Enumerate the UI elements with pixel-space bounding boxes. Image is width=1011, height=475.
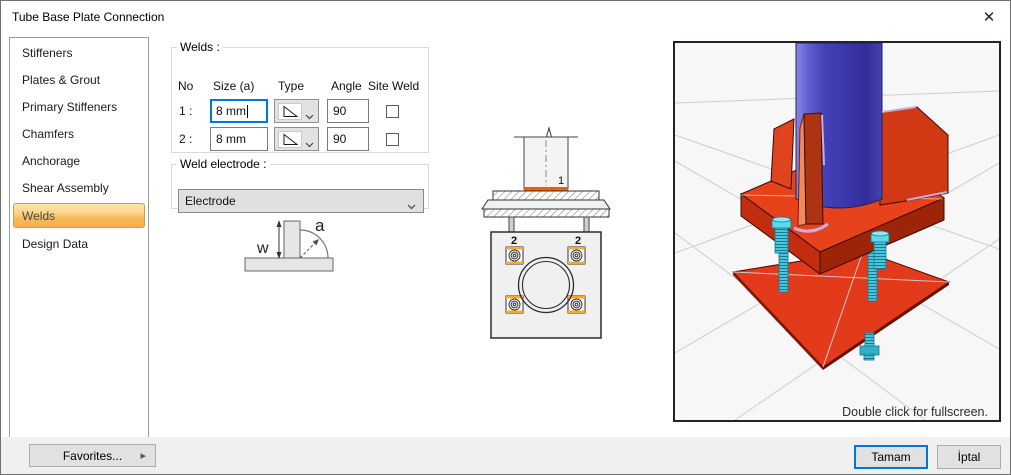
col-header-size: Size (a) [213,79,255,93]
weld-row1-angle-input[interactable]: 90 [327,99,369,123]
weld-highlight [524,187,568,191]
diagram-base-plate [244,257,334,272]
weld-leg-label: w [256,240,269,257]
sidebar-item-plates-grout[interactable]: Plates & Grout [10,66,148,93]
weld-row2-angle-input[interactable]: 90 [327,127,369,151]
concrete-layer [483,208,610,218]
weld-row2-size-input[interactable]: 8 mm [210,127,268,151]
chevron-down-icon [305,109,314,123]
favorites-button[interactable]: Favorites... ▸ [29,444,156,467]
weld-row1-number: 1 : [179,104,193,118]
sidebar-item-stiffeners[interactable]: Stiffeners [10,39,148,66]
bolt-group-label: 2 [575,235,581,247]
sidebar-item-shear-assembly[interactable]: Shear Assembly [10,174,148,201]
col-header-angle: Angle [331,79,362,93]
weld-row1-type-dropdown[interactable] [274,99,319,123]
fullscreen-hint: Double click for fullscreen. [842,405,988,419]
sidebar-item-anchorage[interactable]: Anchorage [10,147,148,174]
sidebar-item-primary-stiffeners[interactable]: Primary Stiffeners [10,93,148,120]
section-view-drawing: 1 [481,126,611,234]
stiffener-back-left [770,118,795,190]
electrode-groupbox: Weld electrode : Electrode [171,157,429,213]
chevron-down-icon [305,137,314,151]
diagram-vertical-plate [283,220,301,259]
weld-throat-label: a [315,216,325,235]
ok-button[interactable]: Tamam [854,445,928,469]
fillet-weld-triangle-icon [278,131,302,148]
bolt-group-label: 2 [511,235,517,247]
anchor-bolt-symbol [505,295,524,314]
titlebar: Tube Base Plate Connection ✕ [1,1,1010,31]
cancel-button[interactable]: İptal [937,445,1001,469]
preview-3d-render: Double click for fullscreen. [674,42,1000,421]
base-plate [492,190,600,201]
weld-number-label: 1 [558,175,564,187]
sidebar-item-welds[interactable]: Welds [13,203,145,228]
col-header-no: No [178,79,194,93]
anchor-bolt-symbol [567,246,586,265]
flyout-arrow-icon: ▸ [140,450,146,462]
window-title: Tube Base Plate Connection [12,10,165,24]
col-header-type: Type [278,79,305,93]
welds-groupbox: Welds : No Size (a) Type Angle Site Weld… [171,40,429,153]
grout-layer [481,199,611,210]
col-header-siteweld: Site Weld [368,79,420,93]
weld-row1-siteweld-checkbox[interactable] [386,105,399,118]
weld-throat-diagram: w a [244,216,334,272]
chevron-down-icon [407,199,416,213]
weld-row1-size-input[interactable]: 8 mm [210,99,268,123]
sidebar: Stiffeners Plates & Grout Primary Stiffe… [9,37,149,438]
dialog-tube-base-plate-connection: Tube Base Plate Connection ✕ Stiffeners … [0,0,1011,475]
anchor-bolt-symbol [505,246,524,265]
sidebar-item-design-data[interactable]: Design Data [10,230,148,257]
electrode-group-title: Weld electrode : [180,157,267,171]
footer-bar: Favorites... ▸ Tamam İptal [1,437,1010,474]
welds-group-title: Welds : [180,40,220,54]
plan-view-drawing: 2 2 [490,231,602,339]
fillet-weld-triangle-icon [278,103,302,120]
electrode-dropdown[interactable]: Electrode [178,189,424,213]
weld-row2-number: 2 : [179,132,193,146]
sidebar-item-chamfers[interactable]: Chamfers [10,120,148,147]
weld-row2-type-dropdown[interactable] [274,127,319,151]
text-caret [247,104,248,118]
preview-3d-viewport[interactable]: Double click for fullscreen. [673,41,1001,422]
weld-row2-siteweld-checkbox[interactable] [386,133,399,146]
close-icon[interactable]: ✕ [974,5,1004,29]
